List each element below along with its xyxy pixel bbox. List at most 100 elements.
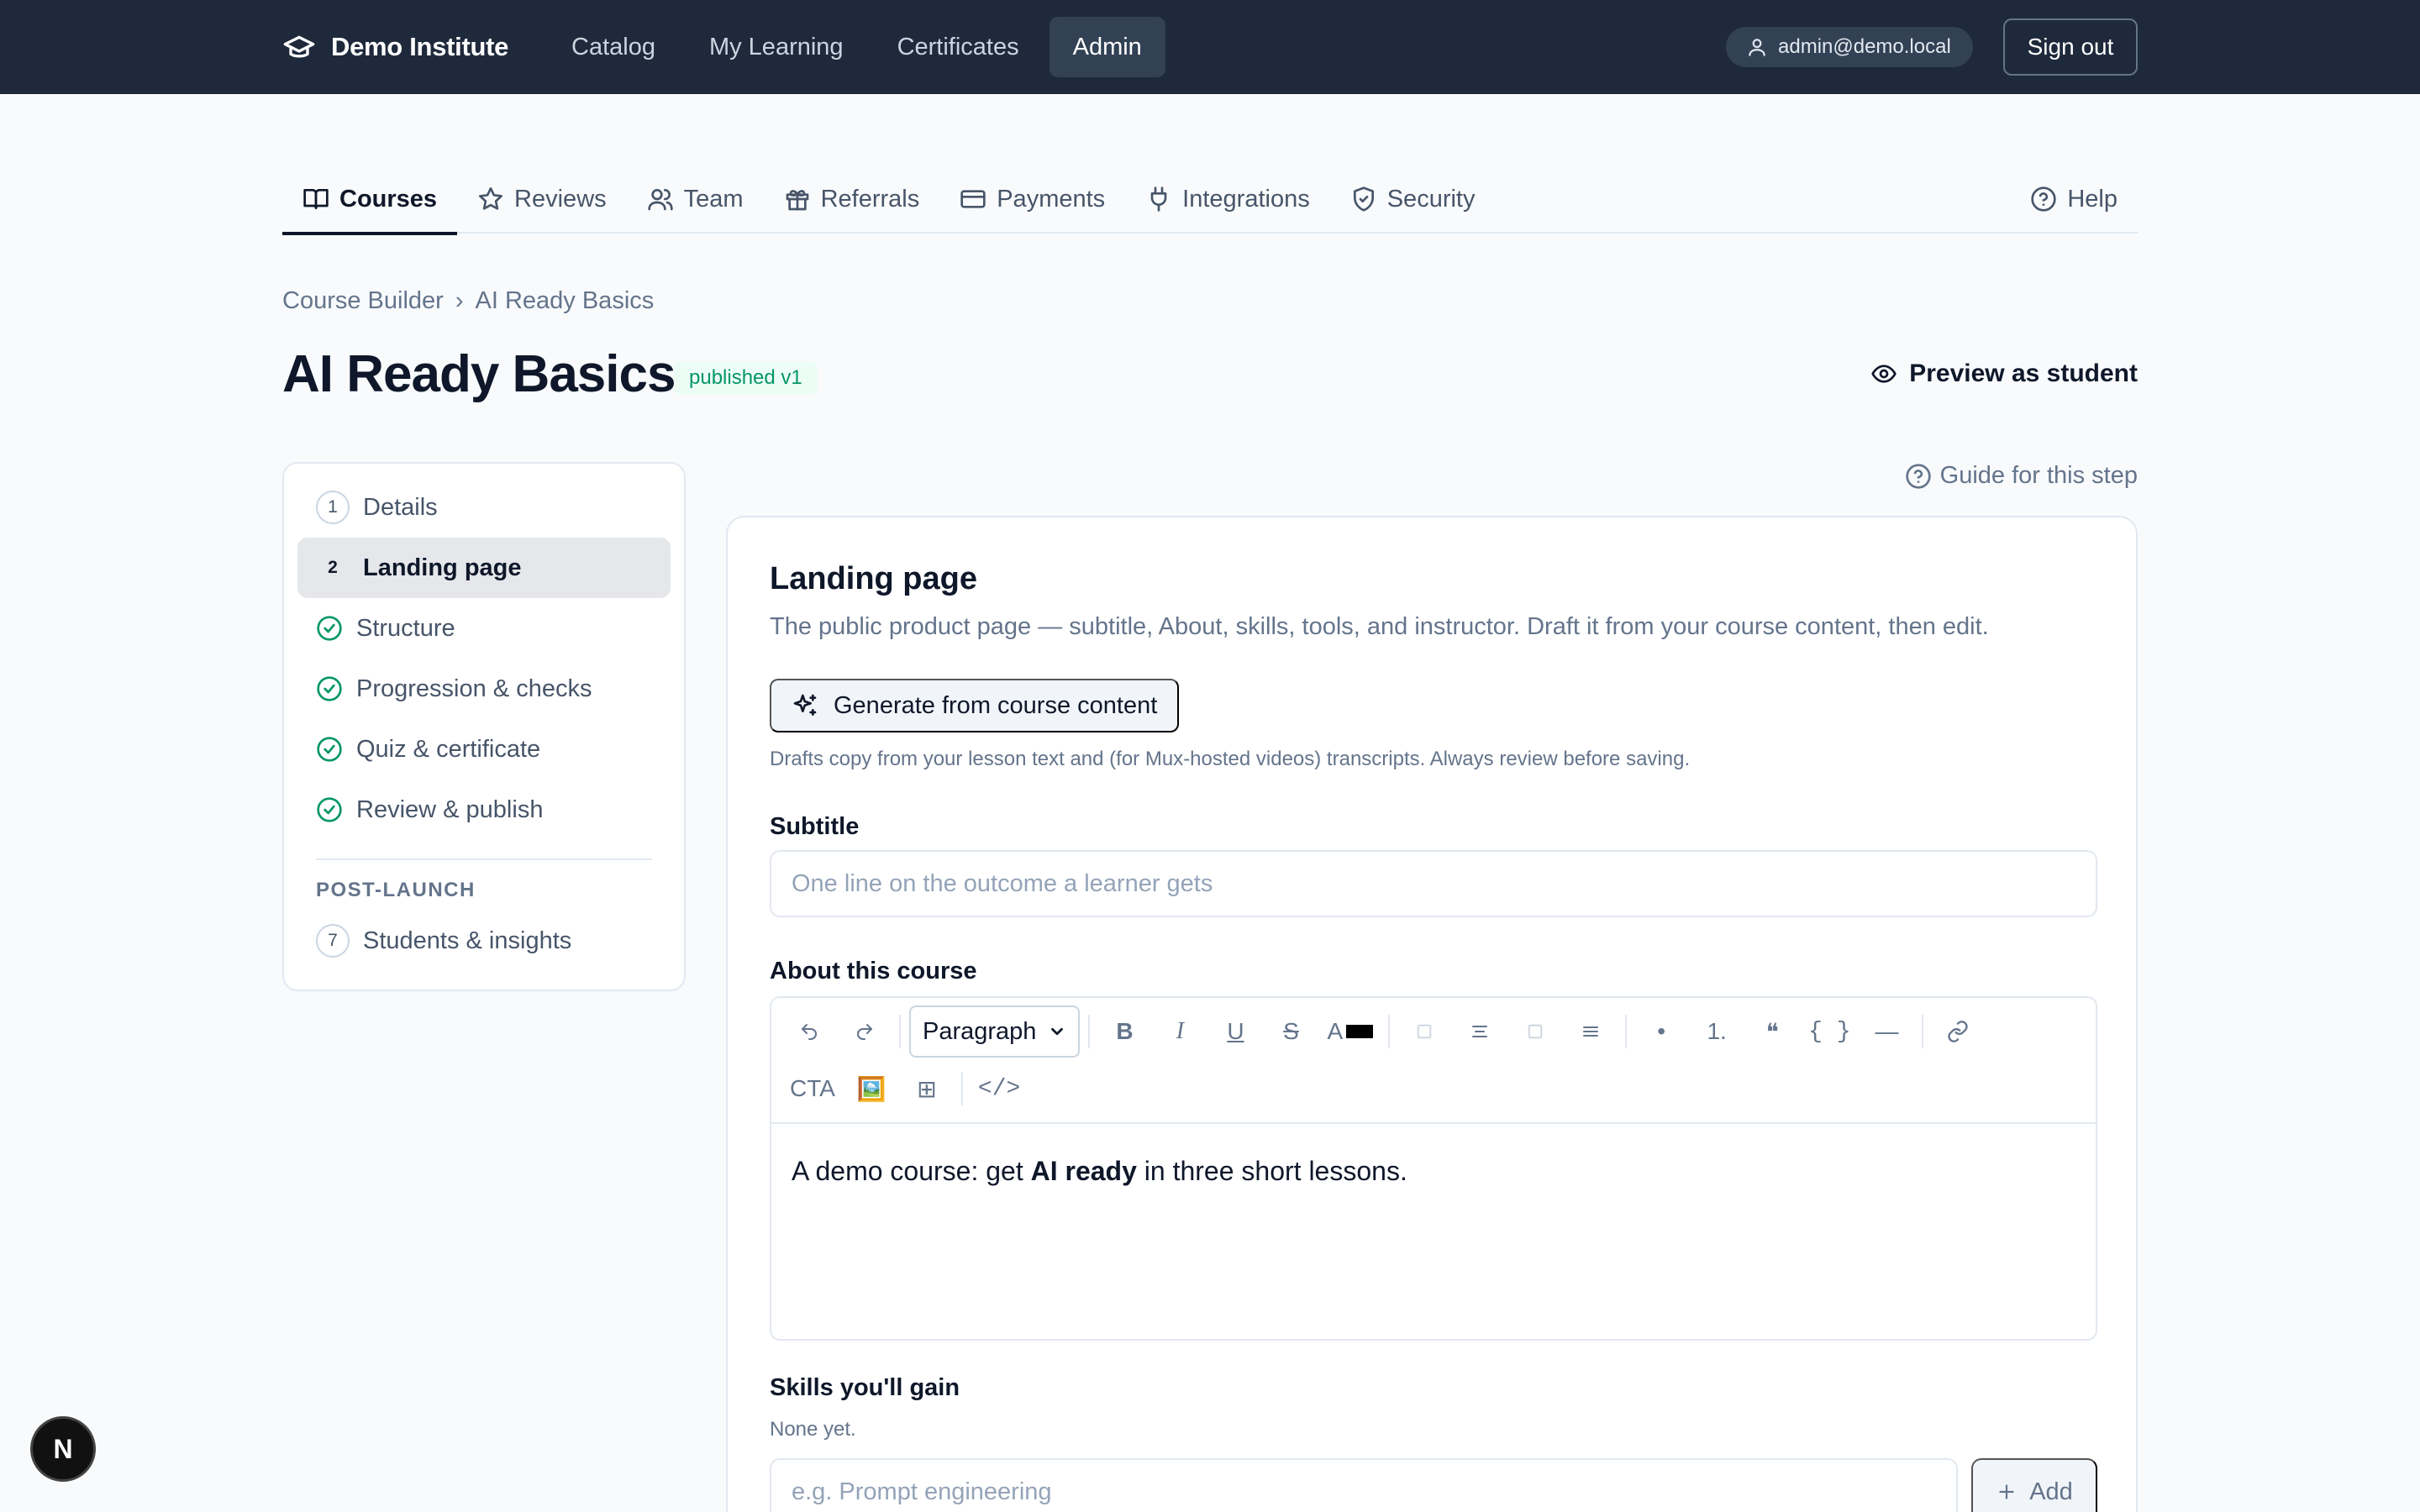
- check-circle-icon: [316, 675, 343, 702]
- card-title: Landing page: [770, 561, 977, 596]
- generate-label: Generate from course content: [834, 691, 1158, 719]
- add-skill-button[interactable]: Add: [1971, 1458, 2097, 1512]
- skill-input[interactable]: [770, 1458, 1958, 1512]
- italic-button[interactable]: I: [1154, 1008, 1206, 1055]
- breadcrumb-course-builder[interactable]: Course Builder: [282, 287, 444, 315]
- align-justify-icon[interactable]: [1565, 1008, 1617, 1055]
- credit-card-icon: [960, 186, 986, 213]
- step-landing-page[interactable]: 2 Landing page: [297, 538, 671, 598]
- align-center-icon[interactable]: [1454, 1008, 1506, 1055]
- breadcrumb-current: AI Ready Basics: [475, 287, 655, 314]
- table-button[interactable]: ⊞: [901, 1065, 953, 1112]
- brand[interactable]: Demo Institute: [282, 25, 508, 69]
- about-label: About this course: [770, 958, 977, 984]
- user-menu[interactable]: admin@demo.local: [1726, 27, 1973, 67]
- step-review-publish[interactable]: Review & publish: [297, 780, 671, 840]
- tab-label: Team: [683, 185, 744, 213]
- tab-courses[interactable]: Courses: [282, 165, 458, 235]
- editor-toolbar: Paragraph B I U S A • 1. ❝ {} — CTA 🖼️ …: [771, 998, 2096, 1124]
- breadcrumb-separator: ›: [455, 287, 464, 314]
- admin-tabs: Courses Reviews Team Referrals Payments …: [282, 165, 2138, 235]
- strikethrough-button[interactable]: S: [1265, 1008, 1317, 1055]
- content-bold-text: AI ready: [1030, 1156, 1137, 1186]
- step-quiz-certificate[interactable]: Quiz & certificate: [297, 719, 671, 780]
- quote-button[interactable]: ❝: [1746, 1008, 1798, 1055]
- check-circle-icon: [316, 736, 343, 763]
- subtitle-input[interactable]: [770, 850, 2097, 917]
- step-label: Progression & checks: [356, 675, 592, 702]
- top-navbar: Demo Institute Catalog My Learning Certi…: [0, 0, 2420, 94]
- html-source-button[interactable]: </>: [971, 1065, 1027, 1112]
- builder-steps: 1 Details 2 Landing page Structure Progr…: [282, 462, 686, 991]
- code-block-button[interactable]: { }: [1802, 1008, 1857, 1055]
- star-icon: [477, 186, 504, 213]
- generate-from-content-button[interactable]: Generate from course content: [770, 679, 1180, 732]
- chevron-down-icon: [1048, 1022, 1066, 1041]
- step-details[interactable]: 1 Details: [297, 477, 671, 538]
- text-color-label: A: [1327, 1018, 1344, 1044]
- user-email: admin@demo.local: [1778, 35, 1951, 58]
- eye-icon: [1870, 360, 1897, 387]
- nav-certificates[interactable]: Certificates: [874, 17, 1043, 77]
- breadcrumb: Course Builder › AI Ready Basics: [282, 287, 654, 315]
- link-icon[interactable]: [1932, 1008, 1984, 1055]
- brand-name: Demo Institute: [331, 32, 509, 61]
- editor-content[interactable]: A demo course: get AI ready in three sho…: [771, 1124, 2096, 1219]
- nav-admin[interactable]: Admin: [1049, 17, 1165, 77]
- text-color-button[interactable]: A: [1320, 1008, 1380, 1055]
- skills-empty-note: None yet.: [770, 1418, 856, 1441]
- dev-tools-badge[interactable]: N: [30, 1416, 96, 1482]
- gift-icon: [784, 186, 811, 213]
- step-structure[interactable]: Structure: [297, 598, 671, 659]
- card-description: The public product page — subtitle, Abou…: [770, 613, 1989, 640]
- nav-my-learning[interactable]: My Learning: [686, 17, 867, 77]
- add-label: Add: [2029, 1478, 2073, 1505]
- page-title: AI Ready Basics: [282, 345, 676, 403]
- bold-button[interactable]: B: [1098, 1008, 1150, 1055]
- redo-icon[interactable]: [839, 1008, 891, 1055]
- user-icon: [1746, 36, 1768, 58]
- check-circle-icon: [316, 615, 343, 642]
- horizontal-rule-button[interactable]: —: [1861, 1008, 1913, 1055]
- step-label: Students & insights: [363, 927, 572, 954]
- about-editor: Paragraph B I U S A • 1. ❝ {} — CTA 🖼️ …: [770, 996, 2097, 1341]
- align-right-icon[interactable]: [1509, 1008, 1561, 1055]
- color-swatch: [1346, 1025, 1374, 1038]
- tab-payments[interactable]: Payments: [939, 165, 1125, 234]
- subtitle-label: Subtitle: [770, 813, 860, 840]
- block-type-select[interactable]: Paragraph: [909, 1005, 1081, 1058]
- tab-security[interactable]: Security: [1330, 165, 1496, 234]
- preview-as-student-button[interactable]: Preview as student: [1870, 360, 2138, 388]
- help-label: Help: [2067, 185, 2118, 213]
- help-link[interactable]: Help: [2010, 165, 2138, 234]
- tab-label: Reviews: [514, 185, 607, 213]
- toolbar-divider: [899, 1015, 901, 1048]
- step-number: 2: [328, 558, 338, 577]
- numbered-list-button[interactable]: 1.: [1691, 1008, 1743, 1055]
- users-icon: [647, 186, 674, 213]
- image-button[interactable]: 🖼️: [845, 1065, 897, 1112]
- step-number: 1: [316, 491, 350, 524]
- tab-reviews[interactable]: Reviews: [457, 165, 627, 234]
- tab-referrals[interactable]: Referrals: [764, 165, 940, 234]
- step-label: Review & publish: [356, 795, 544, 823]
- toolbar-divider: [1088, 1015, 1091, 1048]
- tab-team[interactable]: Team: [627, 165, 764, 234]
- underline-button[interactable]: U: [1209, 1008, 1261, 1055]
- graduation-cap-icon: [282, 30, 316, 64]
- sparkles-icon: [792, 692, 818, 719]
- undo-icon[interactable]: [783, 1008, 835, 1055]
- tab-integrations[interactable]: Integrations: [1125, 165, 1330, 234]
- step-label: Quiz & certificate: [356, 735, 541, 763]
- step-progression-checks[interactable]: Progression & checks: [297, 659, 671, 719]
- shield-check-icon: [1350, 186, 1377, 213]
- plug-icon: [1145, 186, 1172, 213]
- bullet-list-button[interactable]: •: [1635, 1008, 1687, 1055]
- step-students-insights[interactable]: 7 Students & insights: [297, 911, 671, 971]
- guide-link[interactable]: Guide for this step: [1905, 462, 2138, 490]
- align-left-icon[interactable]: [1398, 1008, 1450, 1055]
- nav-catalog[interactable]: Catalog: [548, 17, 679, 77]
- cta-button[interactable]: CTA: [783, 1065, 842, 1112]
- step-number: 7: [316, 924, 350, 958]
- sign-out-button[interactable]: Sign out: [2003, 18, 2138, 76]
